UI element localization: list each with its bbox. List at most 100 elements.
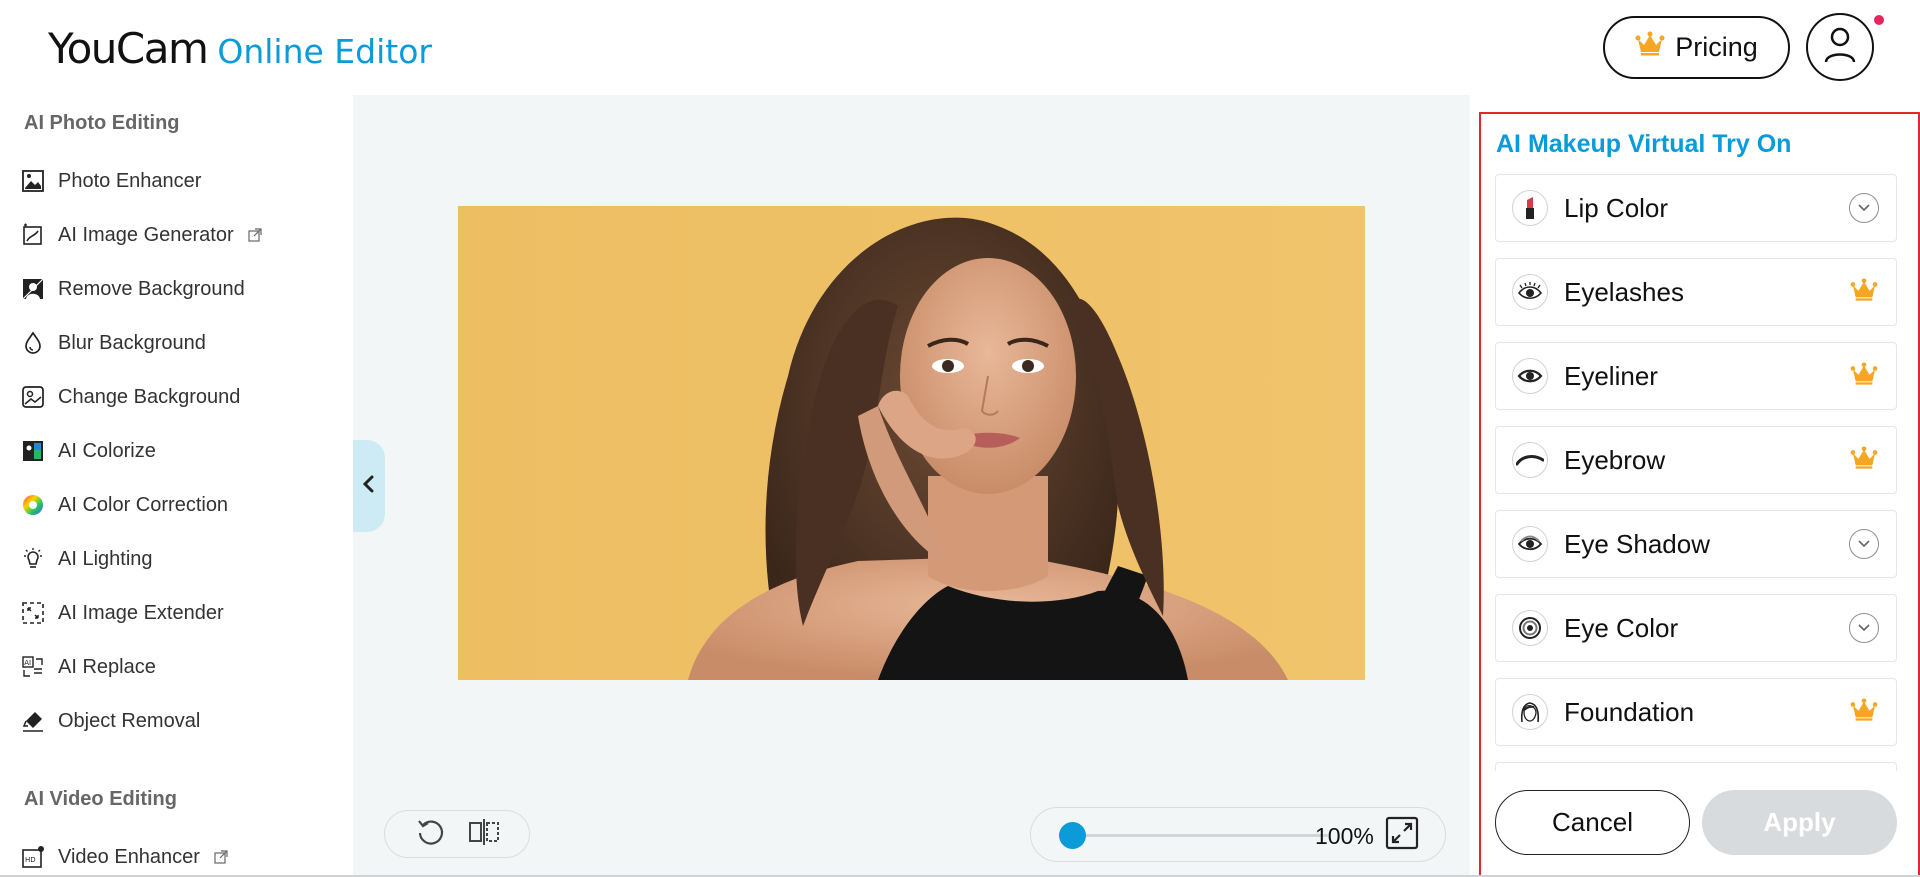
sidebar-item-label: AI Image Generator	[58, 223, 234, 246]
ai-replace-icon: AI	[20, 654, 46, 680]
sidebar-item-blur-background[interactable]: Blur Background	[20, 323, 340, 363]
option-label: Eye Color	[1564, 612, 1679, 643]
option-label: Foundation	[1564, 696, 1695, 727]
sidebar-item-label: AI Colorize	[58, 439, 156, 462]
expand-icon	[1385, 816, 1419, 855]
eye-color-icon	[1512, 610, 1548, 646]
eyeliner-icon	[1512, 358, 1548, 394]
zoom-slider-track[interactable]	[1071, 834, 1328, 837]
chevron-down-icon	[1849, 529, 1879, 559]
panel-title: AI Makeup Virtual Try On	[1496, 130, 1792, 158]
cancel-button[interactable]: Cancel	[1495, 790, 1690, 855]
crown-icon	[1635, 31, 1665, 64]
option-eye-shadow[interactable]: Eye Shadow	[1495, 510, 1897, 578]
option-eyebrow[interactable]: Eyebrow	[1495, 426, 1897, 494]
section-title-photo: AI Photo Editing	[24, 112, 180, 134]
sidebar: AI Photo Editing Photo Enhancer AI Image…	[0, 95, 353, 877]
user-icon	[1823, 26, 1857, 69]
crown-icon	[1850, 361, 1878, 391]
account-button[interactable]	[1806, 13, 1874, 81]
zoom-slider-thumb[interactable]	[1059, 822, 1086, 849]
sidebar-item-label: AI Replace	[58, 655, 156, 678]
color-correction-icon	[20, 492, 46, 518]
option-partial[interactable]	[1495, 762, 1897, 771]
external-link-icon	[214, 850, 228, 864]
option-label: Eyelashes	[1564, 276, 1684, 307]
sidebar-item-ai-color-correction[interactable]: AI Color Correction	[20, 485, 340, 525]
sidebar-item-ai-lighting[interactable]: AI Lighting	[20, 539, 340, 579]
option-lip-color[interactable]: Lip Color	[1495, 174, 1897, 242]
object-removal-icon	[20, 708, 46, 734]
chevron-left-icon	[362, 474, 376, 499]
undo-icon	[415, 817, 445, 852]
blur-background-icon	[20, 330, 46, 356]
sidebar-item-change-background[interactable]: Change Background	[20, 377, 340, 417]
fit-screen-button[interactable]	[1384, 816, 1420, 855]
lighting-icon	[20, 546, 46, 572]
logo-sub-text: Online Editor	[217, 32, 432, 71]
logo-main-text: YouCam	[48, 24, 209, 73]
zoom-control: 100%	[1030, 807, 1446, 862]
sidebar-item-remove-background[interactable]: Remove Background	[20, 269, 340, 309]
logo[interactable]: YouCam Online Editor	[48, 24, 432, 73]
svg-text:AI: AI	[24, 659, 31, 667]
premium-badge	[1848, 360, 1880, 392]
ai-image-generator-icon	[20, 222, 46, 248]
expand-toggle[interactable]	[1848, 192, 1880, 224]
chevron-down-icon	[1849, 193, 1879, 223]
crown-icon	[1850, 277, 1878, 307]
reset-button[interactable]	[413, 817, 447, 851]
option-foundation[interactable]: Foundation	[1495, 678, 1897, 746]
photo-enhancer-icon	[20, 168, 46, 194]
premium-badge	[1848, 696, 1880, 728]
option-label: Eyebrow	[1564, 444, 1666, 475]
sidebar-item-ai-image-extender[interactable]: AI Image Extender	[20, 593, 340, 633]
sidebar-item-ai-replace[interactable]: AI AI Replace	[20, 647, 340, 687]
premium-badge	[1848, 444, 1880, 476]
sidebar-item-ai-colorize[interactable]: AI Colorize	[20, 431, 340, 471]
compare-button[interactable]	[467, 817, 501, 851]
lipstick-icon	[1512, 190, 1548, 226]
sidebar-item-label: Photo Enhancer	[58, 169, 202, 192]
expand-toggle[interactable]	[1848, 528, 1880, 560]
section-title-video: AI Video Editing	[24, 788, 177, 810]
collapse-sidebar-button[interactable]	[353, 440, 385, 532]
apply-button[interactable]: Apply	[1702, 790, 1897, 855]
sidebar-item-label: Remove Background	[58, 277, 245, 300]
notification-dot	[1874, 15, 1884, 25]
option-label: Eyeliner	[1564, 360, 1658, 391]
eye-shadow-icon	[1512, 526, 1548, 562]
sidebar-item-ai-image-generator[interactable]: AI Image Generator	[20, 215, 340, 255]
eyelashes-icon	[1512, 274, 1548, 310]
sidebar-item-label: AI Color Correction	[58, 493, 229, 516]
compare-icon	[468, 818, 500, 851]
external-link-icon	[248, 228, 262, 242]
sidebar-item-label: Blur Background	[58, 331, 206, 354]
sidebar-item-object-removal[interactable]: Object Removal	[20, 701, 340, 741]
expand-toggle[interactable]	[1848, 612, 1880, 644]
option-eyeliner[interactable]: Eyeliner	[1495, 342, 1897, 410]
video-enhancer-icon: HD	[20, 844, 46, 870]
sidebar-item-label: AI Lighting	[58, 547, 153, 570]
svg-text:HD: HD	[25, 856, 36, 864]
sidebar-item-label: Video Enhancer	[58, 845, 200, 868]
history-toolbar	[384, 810, 530, 858]
pricing-label: Pricing	[1675, 32, 1758, 62]
zoom-value: 100%	[1315, 823, 1374, 849]
editing-photo[interactable]	[458, 206, 1365, 680]
pricing-button[interactable]: Pricing	[1603, 16, 1790, 79]
sidebar-item-label: Change Background	[58, 385, 241, 408]
remove-background-icon	[20, 276, 46, 302]
chevron-down-icon	[1849, 613, 1879, 643]
sidebar-item-photo-enhancer[interactable]: Photo Enhancer	[20, 161, 340, 201]
sidebar-item-label: AI Image Extender	[58, 601, 224, 624]
colorize-icon	[20, 438, 46, 464]
premium-badge	[1848, 276, 1880, 308]
sidebar-item-video-enhancer[interactable]: HD Video Enhancer	[20, 837, 340, 877]
foundation-icon	[1512, 694, 1548, 730]
sidebar-item-label: Object Removal	[58, 709, 201, 732]
option-eye-color[interactable]: Eye Color	[1495, 594, 1897, 662]
option-eyelashes[interactable]: Eyelashes	[1495, 258, 1897, 326]
eyebrow-icon	[1512, 442, 1548, 478]
crown-icon	[1850, 445, 1878, 475]
